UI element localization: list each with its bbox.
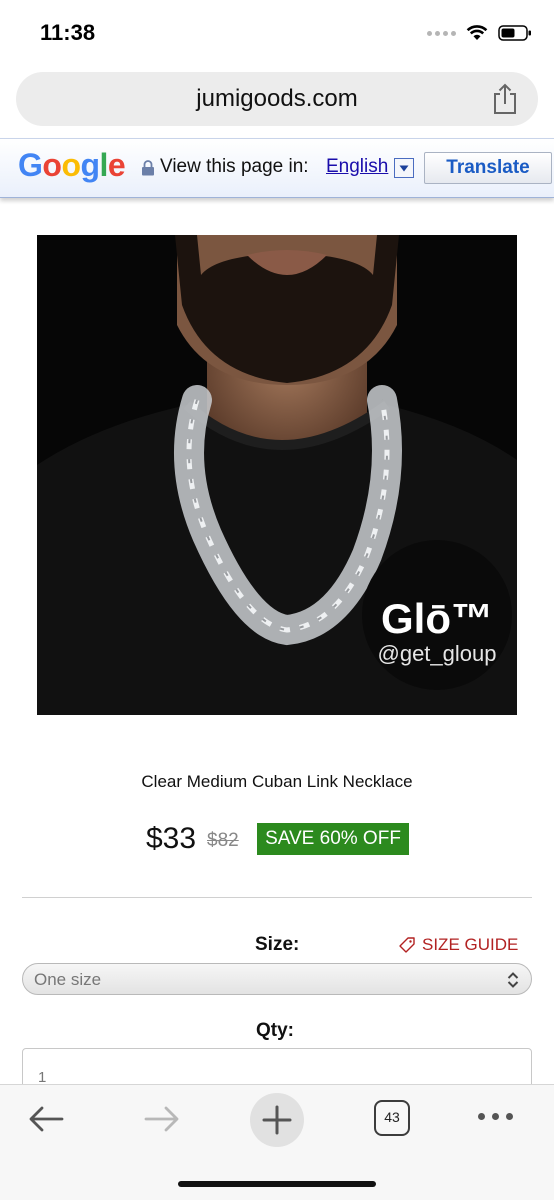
language-dropdown-button[interactable] [394,158,414,178]
original-price: $82 [207,830,239,851]
google-logo-letter: o [61,147,81,183]
qty-label: Qty: [256,1020,294,1041]
translate-button[interactable]: Translate [424,152,552,184]
google-translate-bar: Google View this page in: English Transl… [0,138,554,198]
google-logo-letter: l [99,147,109,183]
browser-toolbar: 43 [0,1084,554,1200]
view-page-label: View this page in: [160,156,309,177]
back-button[interactable] [26,1101,66,1142]
wifi-icon [466,25,488,40]
google-logo-letter: e [107,147,126,183]
size-guide-link[interactable]: SIZE GUIDE [398,935,518,955]
brand-badge-name: Glō™ [381,595,493,642]
url-text[interactable]: jumigoods.com [16,85,538,113]
size-select[interactable]: One size [22,963,532,995]
status-time: 11:38 [40,20,96,45]
google-logo: Google [18,147,126,184]
size-label: Size: [255,934,300,955]
size-select-value: One size [34,970,102,989]
google-logo-letter: g [80,147,100,183]
home-indicator [178,1181,376,1187]
arrow-left-icon [29,1106,64,1132]
brand-badge-handle: @get_gloup [377,641,497,666]
google-logo-letter: G [18,147,43,183]
google-logo-letter: o [42,147,62,183]
product-title: Clear Medium Cuban Link Necklace [141,772,413,791]
signal-dots-icon [427,30,456,36]
divider [22,897,532,898]
lock-icon [142,160,154,176]
language-link[interactable]: English [326,156,388,178]
forward-button[interactable] [142,1101,182,1142]
status-indicators [427,25,532,41]
address-bar[interactable]: jumigoods.com [16,72,538,126]
tag-icon [399,937,415,953]
save-badge: SAVE 60% OFF [257,823,409,855]
plus-icon [262,1105,292,1135]
current-price: $33 [146,822,197,855]
new-tab-button[interactable] [250,1093,304,1147]
tabs-button[interactable]: 43 [374,1100,410,1136]
product-image[interactable]: Glō™ @get_gloup [37,235,517,715]
status-bar: 11:38 [0,0,554,66]
share-icon[interactable] [492,83,518,115]
more-dots-icon[interactable] [478,1113,513,1120]
arrow-right-icon [144,1106,179,1132]
triangle-down-icon [399,165,409,172]
chevron-up-down-icon [507,972,519,988]
size-guide-label[interactable]: SIZE GUIDE [422,935,518,955]
battery-icon [498,25,531,41]
